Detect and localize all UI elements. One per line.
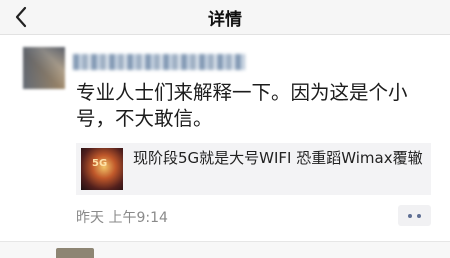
- shared-link-card[interactable]: 5G 现阶段5G就是大号WIFI 恐重蹈Wimax覆辙: [76, 143, 431, 195]
- more-dots-icon: [417, 214, 421, 218]
- avatar[interactable]: [23, 47, 65, 89]
- nav-bar: 详情: [0, 0, 450, 35]
- post-text: 专业人士们来解释一下。因为这是个小 号，不大敢信。: [76, 81, 408, 130]
- moments-detail-page: 详情 专业人士们来解释一下。因为这是个小 号，不大敢信。 5G 现阶段5G就是大…: [0, 0, 450, 258]
- post-timestamp: 昨天 上午9:14: [76, 210, 168, 226]
- thumbnail-label: 5G: [92, 158, 108, 169]
- link-thumbnail: 5G: [81, 148, 123, 190]
- link-title: 现阶段5G就是大号WIFI 恐重蹈Wimax覆辙: [133, 149, 423, 167]
- more-dots-icon: [408, 214, 412, 218]
- next-post-avatar[interactable]: [56, 248, 94, 258]
- more-actions-button[interactable]: [398, 205, 431, 226]
- username-blurred[interactable]: [73, 54, 245, 70]
- page-title: 详情: [208, 10, 242, 30]
- moment-post: 专业人士们来解释一下。因为这是个小 号，不大敢信。 5G 现阶段5G就是大号WI…: [0, 35, 450, 241]
